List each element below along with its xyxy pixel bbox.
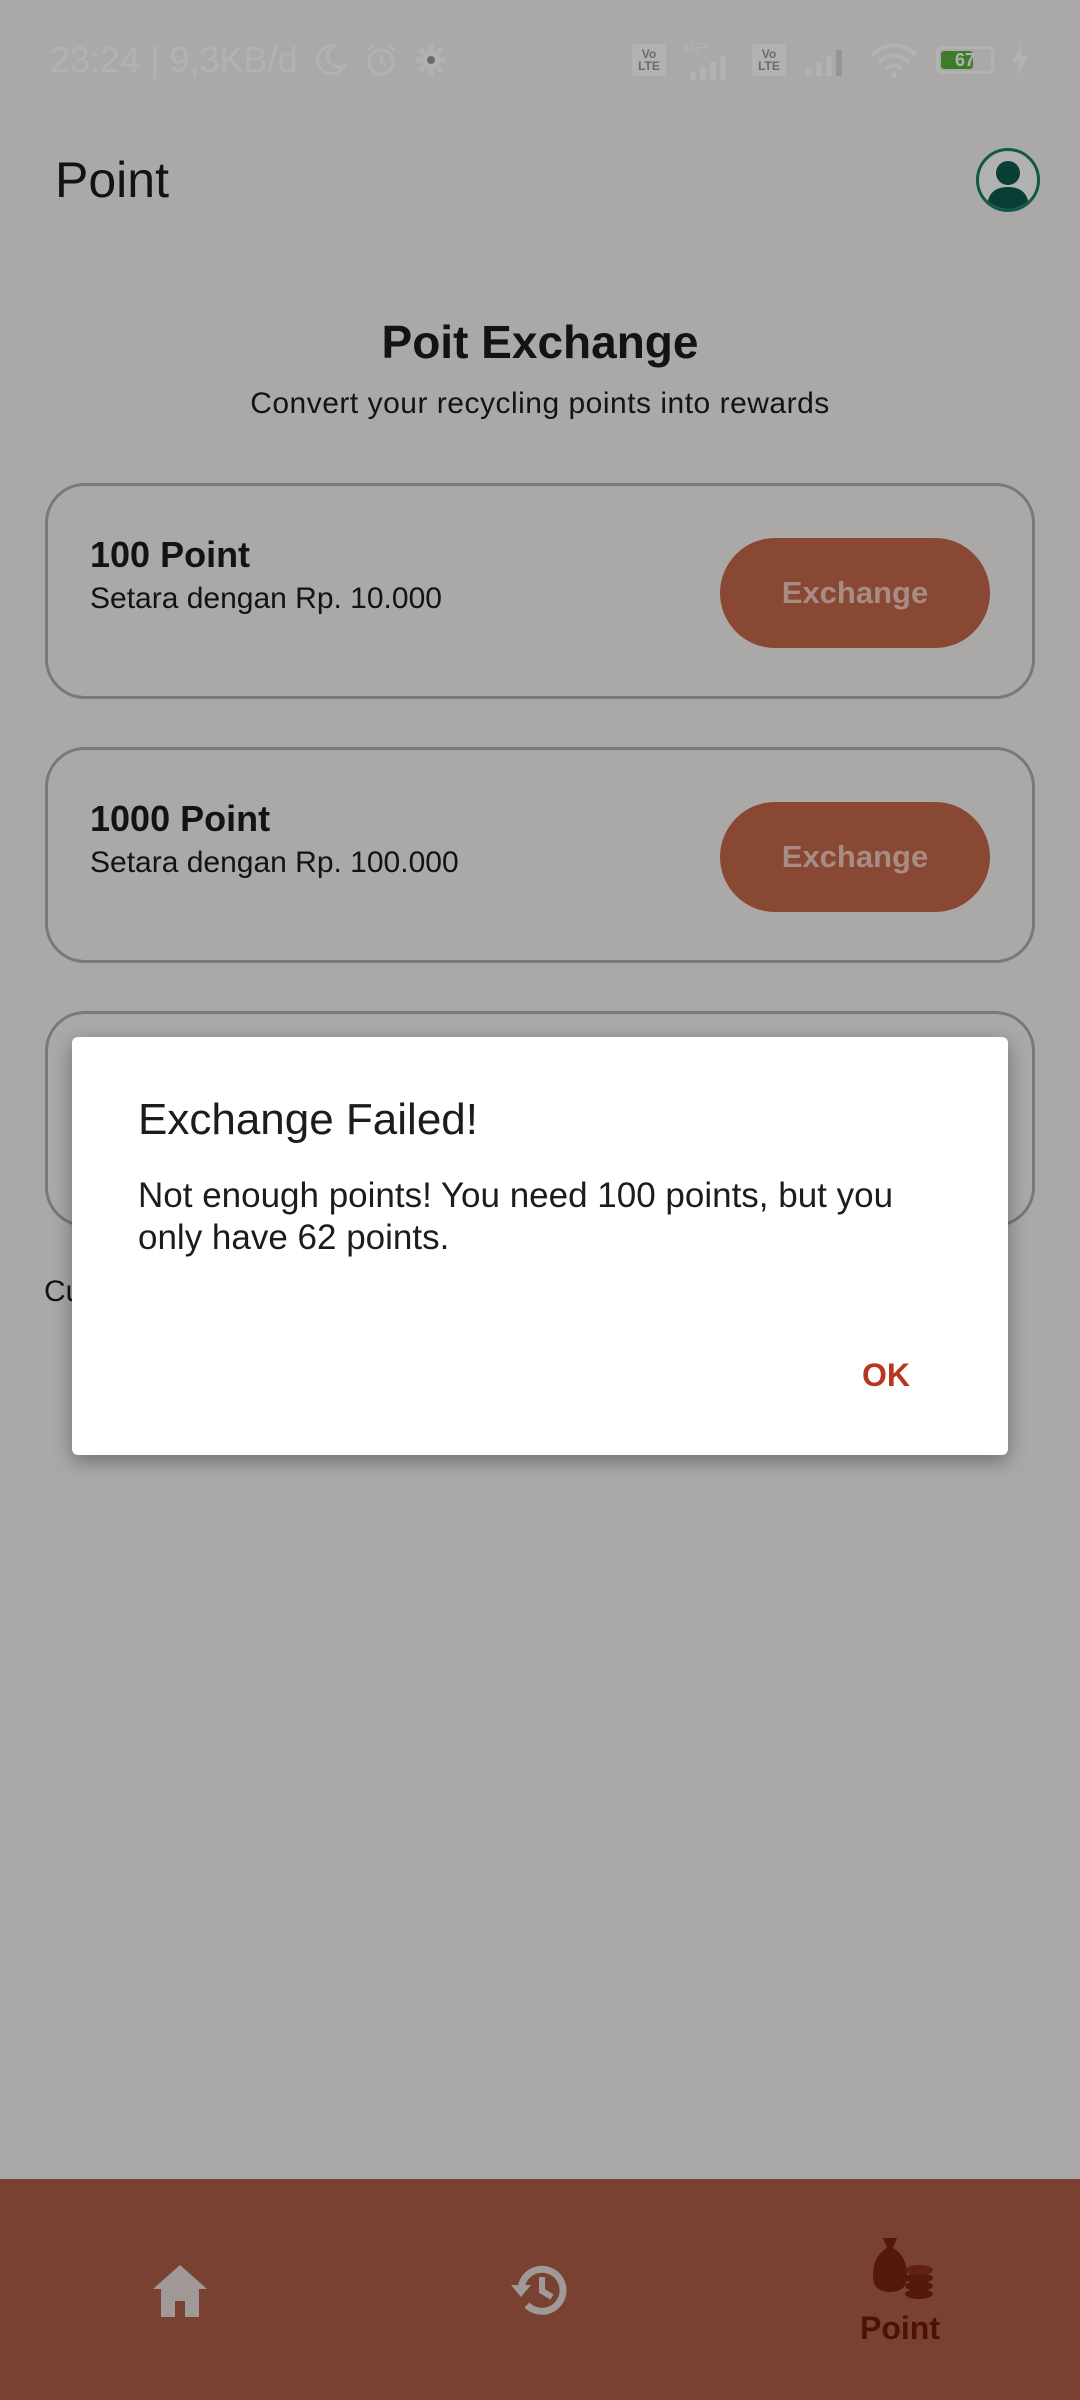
exchange-failed-dialog: Exchange Failed! Not enough points! You … <box>72 1037 1008 1455</box>
dialog-ok-button[interactable]: OK <box>862 1357 910 1394</box>
dialog-title: Exchange Failed! <box>138 1095 478 1144</box>
dialog-message: Not enough points! You need 100 points, … <box>138 1176 894 1257</box>
